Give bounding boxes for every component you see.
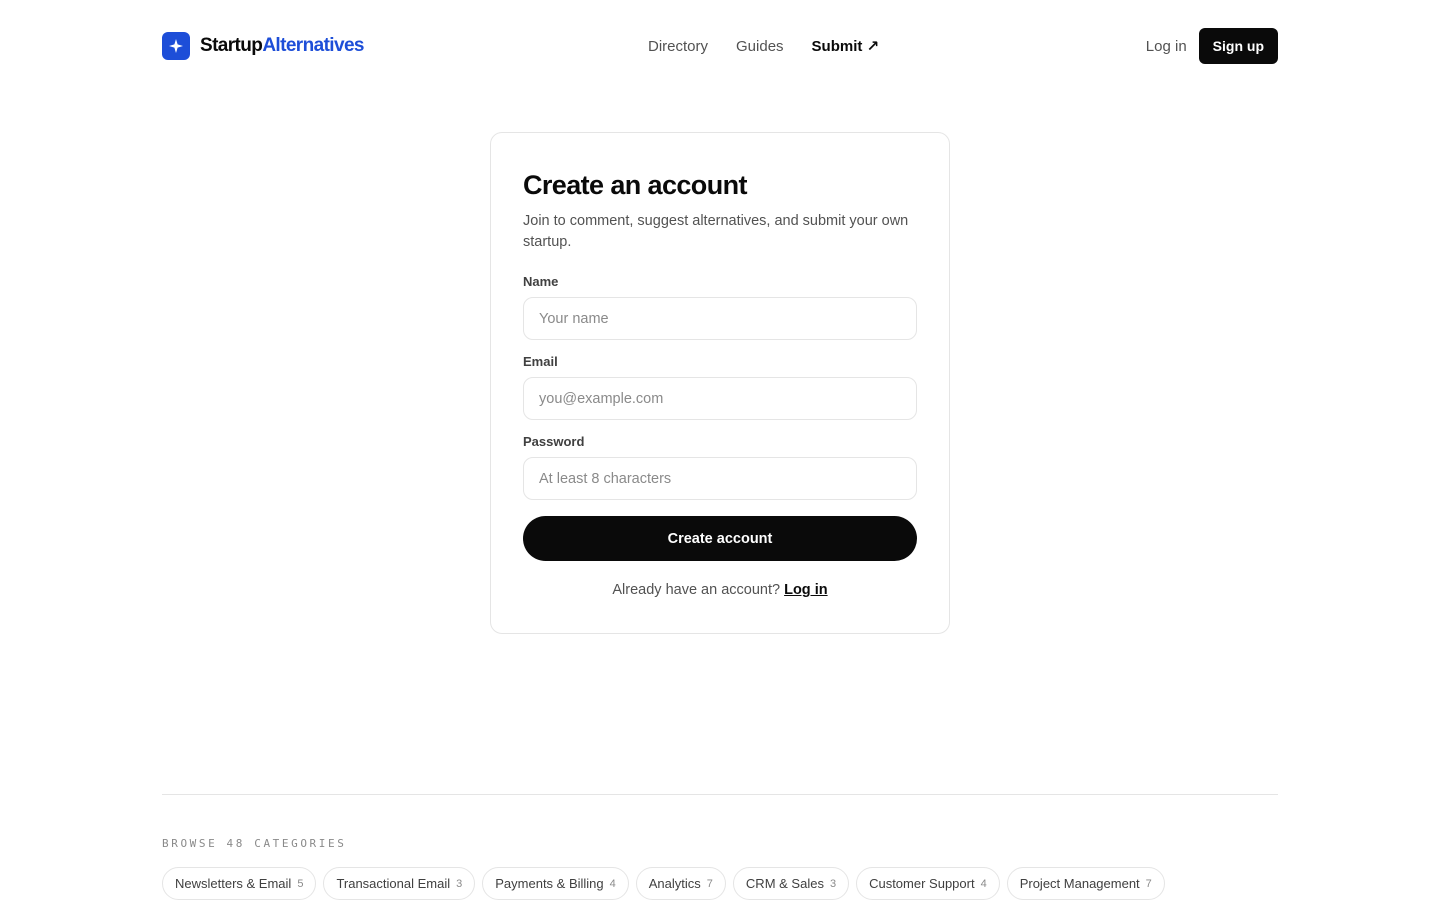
brand-name: StartupAlternatives xyxy=(200,32,364,60)
category-chip-count: 4 xyxy=(609,877,616,890)
brand-name-part2: Alternatives xyxy=(262,35,364,56)
category-chip-label: Analytics xyxy=(648,876,701,891)
nav-submit[interactable]: Submit ↗ xyxy=(812,37,880,55)
password-label: Password xyxy=(523,434,585,449)
category-chip-label: Project Management xyxy=(1019,876,1140,891)
category-chip-count: 3 xyxy=(829,877,837,890)
login-prompt-text: Already have an account? xyxy=(612,582,781,598)
name-input[interactable] xyxy=(523,297,917,340)
header-signup-button[interactable]: Sign up xyxy=(1198,28,1278,64)
header-login-link[interactable]: Log in xyxy=(1146,38,1187,55)
category-chip[interactable]: Analytics 7 xyxy=(635,867,726,900)
sparkle-icon xyxy=(162,32,190,60)
nav-directory[interactable]: Directory xyxy=(648,38,708,55)
category-chip[interactable]: CRM & Sales 3 xyxy=(732,867,850,900)
category-chip-count: 4 xyxy=(980,877,987,890)
email-label: Email xyxy=(523,354,558,369)
main-nav: Directory Guides Submit ↗ xyxy=(648,28,879,64)
brand-name-part1: Startup xyxy=(200,35,263,56)
name-label: Name xyxy=(523,274,559,289)
footer-divider xyxy=(162,794,1278,795)
category-chip-count: 7 xyxy=(706,877,713,890)
category-chip[interactable]: Project Management 7 xyxy=(1006,867,1165,900)
category-chip-label: Newsletters & Email xyxy=(175,876,292,891)
auth-actions: Log in Sign up xyxy=(1146,28,1278,64)
category-chip[interactable]: Transactional Email 3 xyxy=(323,867,476,900)
category-chip-label: Transactional Email xyxy=(336,876,451,891)
category-chip-count: 5 xyxy=(297,877,304,890)
category-chip-label: Payments & Billing xyxy=(495,876,604,891)
page-title: Create an account xyxy=(523,170,747,200)
category-chip-label: Customer Support xyxy=(869,876,975,891)
category-chip[interactable]: Newsletters & Email 5 xyxy=(162,867,317,900)
create-account-button[interactable]: Create account xyxy=(523,516,917,561)
brand-logo-link[interactable]: StartupAlternatives xyxy=(162,32,364,60)
page-subtitle: Join to comment, suggest alternatives, a… xyxy=(523,213,909,250)
category-chip-count: 3 xyxy=(456,877,463,890)
category-chip[interactable]: Customer Support 4 xyxy=(856,867,1000,900)
site-header: StartupAlternatives Directory Guides Sub… xyxy=(162,28,1278,64)
login-link[interactable]: Log in xyxy=(784,582,828,598)
category-chip-count: 7 xyxy=(1145,877,1152,890)
login-prompt: Already have an account? Log in xyxy=(523,582,917,598)
signup-card: Create an account Join to comment, sugge… xyxy=(490,132,950,634)
category-chip-list: Newsletters & Email 5 Transactional Email… xyxy=(162,867,1172,900)
nav-guides[interactable]: Guides xyxy=(736,38,784,55)
category-chip-label: CRM & Sales xyxy=(745,876,824,891)
password-input[interactable] xyxy=(523,457,917,500)
email-input[interactable] xyxy=(523,377,917,420)
browse-categories-heading: BROWSE 48 CATEGORIES xyxy=(162,837,347,850)
category-chip[interactable]: Payments & Billing 4 xyxy=(482,867,629,900)
